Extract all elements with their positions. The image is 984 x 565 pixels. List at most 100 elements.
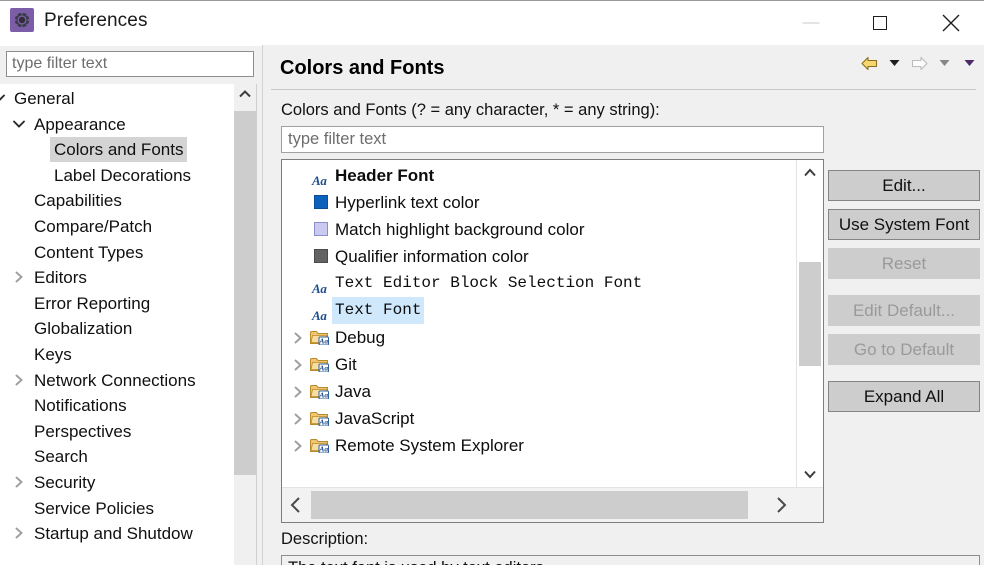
minimize-button[interactable] <box>788 1 834 45</box>
expand-twisty[interactable] <box>12 470 26 495</box>
sidebar-item-capabilities[interactable]: Capabilities <box>30 188 126 213</box>
tree-row[interactable]: AaJava <box>282 378 790 405</box>
description-text: The text font is used by text editors. <box>288 559 548 565</box>
back-arrow-icon[interactable] <box>858 51 880 75</box>
expand-twisty[interactable] <box>12 521 26 546</box>
folder-aa-icon-svg: Aa <box>310 410 329 426</box>
tree-vertical-scrollbar[interactable] <box>796 160 823 487</box>
collapse-twisty[interactable] <box>0 86 6 111</box>
expand-twisty[interactable] <box>291 324 305 351</box>
tree-horizontal-scrollbar-thumb[interactable] <box>311 491 748 519</box>
expand-twisty[interactable] <box>12 265 26 290</box>
sidebar-item-compare-patch[interactable]: Compare/Patch <box>30 214 156 239</box>
sidebar-item-label-decorations[interactable]: Label Decorations <box>50 163 195 188</box>
maximize-button[interactable] <box>857 1 903 45</box>
sidebar-item-security[interactable]: Security <box>30 470 99 495</box>
back-dropdown-icon[interactable] <box>883 51 905 75</box>
scroll-right-icon[interactable] <box>767 488 795 522</box>
sidebar-item-notifications[interactable]: Notifications <box>30 393 131 418</box>
scroll-down-icon[interactable] <box>797 461 823 487</box>
title-bar: Preferences <box>0 0 984 46</box>
expand-twisty[interactable] <box>291 405 305 432</box>
chevron-right-icon <box>12 527 26 539</box>
folder-aa-icon-svg: Aa <box>310 356 329 372</box>
sidebar-item-appearance[interactable]: Appearance <box>30 112 130 137</box>
expand-all-button[interactable]: Expand All <box>828 381 980 412</box>
tree-horizontal-scrollbar[interactable] <box>282 487 823 522</box>
tree-row-label: Text Font <box>332 297 424 324</box>
sidebar-item-content-types[interactable]: Content Types <box>30 240 147 265</box>
sidebar-item-label: Service Policies <box>30 496 158 521</box>
tree-row-label: Header Font <box>332 162 437 189</box>
sidebar-item-general[interactable]: General <box>10 86 78 111</box>
expand-twisty[interactable] <box>291 432 305 459</box>
close-button[interactable] <box>928 1 974 45</box>
sidebar-item-colors-and-fonts[interactable]: Colors and Fonts <box>50 137 187 162</box>
sidebar-item-label: Colors and Fonts <box>50 137 187 162</box>
sidebar-item-globalization[interactable]: Globalization <box>30 316 136 341</box>
preference-categories-tree[interactable]: GeneralAppearanceColors and FontsLabel D… <box>0 84 234 565</box>
chevron-right-icon <box>291 359 305 371</box>
collapse-twisty[interactable] <box>12 112 26 137</box>
svg-text:Aa: Aa <box>318 391 328 399</box>
sidebar-item-keys[interactable]: Keys <box>30 342 76 367</box>
sidebar-item-network-connections[interactable]: Network Connections <box>30 368 200 393</box>
maximize-icon <box>873 16 887 30</box>
sidebar-item-label: Perspectives <box>30 419 135 444</box>
tree-row[interactable]: AaText Editor Block Selection Font <box>282 270 790 297</box>
tree-row[interactable]: Match highlight background color <box>282 216 790 243</box>
tree-row[interactable]: AaHeader Font <box>282 162 790 189</box>
scroll-left-icon[interactable] <box>282 488 310 522</box>
color-swatch-icon <box>312 243 332 270</box>
chevron-down-icon <box>939 59 950 67</box>
tree-row-label: Qualifier information color <box>332 243 532 270</box>
sidebar-item-label: Label Decorations <box>50 163 195 188</box>
tree-row-label: Hyperlink text color <box>332 189 483 216</box>
scroll-up-icon[interactable] <box>797 160 823 186</box>
font-aa-icon: Aa <box>312 297 332 324</box>
expand-twisty[interactable] <box>291 351 305 378</box>
tree-vertical-scrollbar-thumb[interactable] <box>799 262 821 366</box>
tree-row[interactable]: Qualifier information color <box>282 243 790 270</box>
sidebar-item-search[interactable]: Search <box>30 444 92 469</box>
tree-row[interactable]: Hyperlink text color <box>282 189 790 216</box>
sidebar-item-service-policies[interactable]: Service Policies <box>30 496 158 521</box>
tree-row[interactable]: AaJavaScript <box>282 405 790 432</box>
view-menu-icon[interactable] <box>958 51 980 75</box>
tree-row[interactable]: AaText Font <box>282 297 790 324</box>
sidebar-item-label: Keys <box>30 342 76 367</box>
tree-row[interactable]: AaDebug <box>282 324 790 351</box>
gear-icon-svg <box>14 12 30 28</box>
scroll-up-icon[interactable] <box>234 84 256 104</box>
edit-button[interactable]: Edit... <box>828 170 980 201</box>
forward-arrow-icon[interactable] <box>908 51 930 75</box>
sidebar-filter-placeholder: type filter text <box>12 55 107 73</box>
sidebar-item-label: Capabilities <box>30 188 126 213</box>
use-system-font-button[interactable]: Use System Font <box>828 209 980 240</box>
sidebar-scrollbar-thumb[interactable] <box>234 111 256 475</box>
description-box: The text font is used by text editors. <box>281 555 980 565</box>
colors-fonts-tree[interactable]: AaHeader FontHyperlink text colorMatch h… <box>282 160 790 487</box>
sidebar-item-label: Notifications <box>30 393 131 418</box>
sidebar-item-startup-and-shutdow[interactable]: Startup and Shutdow <box>30 521 197 546</box>
colors-fonts-filter-input[interactable]: type filter text <box>281 126 824 153</box>
expand-twisty[interactable] <box>12 368 26 393</box>
expand-twisty[interactable] <box>291 378 305 405</box>
forward-dropdown-icon[interactable] <box>933 51 955 75</box>
sidebar-item-perspectives[interactable]: Perspectives <box>30 419 135 444</box>
sidebar-item-error-reporting[interactable]: Error Reporting <box>30 291 154 316</box>
button-label: Expand All <box>864 387 944 407</box>
sidebar-item-label: Globalization <box>30 316 136 341</box>
sidebar-item-label: Error Reporting <box>30 291 154 316</box>
tree-row[interactable]: AaRemote System Explorer <box>282 432 790 459</box>
sidebar-item-editors[interactable]: Editors <box>30 265 91 290</box>
svg-text:Aa: Aa <box>318 337 328 345</box>
edit-default-button: Edit Default... <box>828 295 980 326</box>
colors-fonts-section-label: Colors and Fonts (? = any character, * =… <box>281 101 660 120</box>
sidebar-item-label: Security <box>30 470 99 495</box>
sidebar-filter-input[interactable]: type filter text <box>6 51 254 77</box>
forward-arrow-icon-svg <box>911 56 928 71</box>
tree-row[interactable]: AaGit <box>282 351 790 378</box>
sidebar-scrollbar[interactable] <box>234 84 257 565</box>
folder-aa-icon: Aa <box>310 405 330 432</box>
